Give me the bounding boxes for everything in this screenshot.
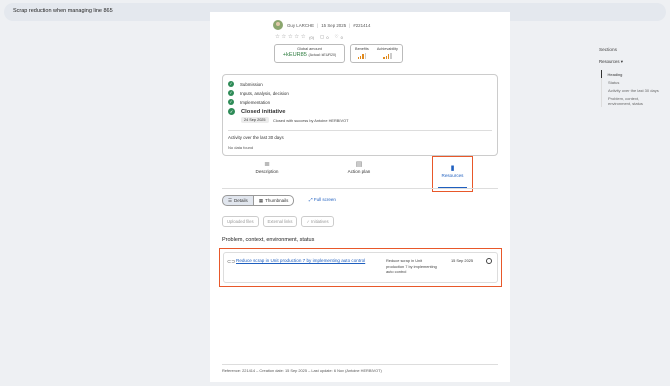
- star-rating[interactable]: ☆☆☆☆☆: [275, 34, 307, 40]
- step-submission: ✓ Submission: [228, 81, 263, 87]
- sidebar-item-status[interactable]: Status: [602, 78, 663, 86]
- closed-text: Closed with success by Antoine HERBIVOT: [273, 118, 349, 123]
- sidebar-item-problem[interactable]: Problem, context, environment, status: [602, 94, 663, 107]
- tabs-divider: [222, 188, 498, 189]
- sidebar-item-heading[interactable]: Heading: [600, 70, 664, 78]
- divider: [228, 130, 492, 131]
- benefits-gauge: [355, 53, 369, 59]
- rating-count: (0): [309, 34, 315, 40]
- avatar[interactable]: [273, 20, 283, 30]
- initiative-meta: Guy LARCHE | 15 Sep 2025 | # 221414: [273, 20, 370, 30]
- description-icon: ≣: [264, 161, 270, 168]
- no-data-text: No data found: [228, 145, 254, 150]
- global-amount-value: +kEUR85: [282, 52, 307, 58]
- expand-icon: ⤢: [309, 197, 313, 202]
- tab-action-plan[interactable]: ▤ Action plan: [329, 160, 389, 174]
- filter-external-links[interactable]: External links: [262, 216, 298, 227]
- pin-icon[interactable]: [486, 258, 492, 264]
- author-name[interactable]: Guy LARCHE: [287, 23, 314, 28]
- details-view-button[interactable]: ☰ Details: [222, 195, 254, 206]
- status-panel: ✓ Submission ✓ Inputs, analysis, decisio…: [222, 74, 498, 156]
- filter-uploaded-files[interactable]: Uploaded files: [222, 216, 259, 227]
- sections-dropdown[interactable]: Resources ▾: [599, 59, 623, 65]
- view-toggle: ☰ Details ▦ Thumbnails: [222, 195, 295, 206]
- initiative-id: 221414: [355, 22, 371, 28]
- fullscreen-button[interactable]: ⤢ Full screen: [309, 197, 336, 202]
- global-amount-box: Global amount +kEUR85 (Actual: kEUR20): [274, 44, 345, 63]
- link-icon: ⊂⊃: [227, 259, 236, 265]
- step-inputs: ✓ Inputs, analysis, decision: [228, 90, 289, 96]
- resource-row: ⊂⊃ Reduce scrap in Unit production 7 by …: [223, 252, 498, 283]
- document-icon: ▮: [450, 165, 455, 172]
- resource-description: Reduce scrap in Unit production 7 by imp…: [386, 258, 437, 274]
- footer-divider: [222, 364, 498, 365]
- footer-info: Reference: 221414 – Creation date: 15 Se…: [222, 368, 382, 373]
- rating-row: ☆☆☆☆☆ (0) ▢ 0 ♡ 0: [275, 34, 343, 40]
- closed-date-badge: 24 Sep 2025: [241, 117, 269, 123]
- tab-description[interactable]: ≣ Description: [237, 160, 297, 174]
- resource-date: 15 Sep 2025: [451, 258, 474, 263]
- resource-filters: Uploaded files External links ✓ Initiati…: [222, 216, 334, 227]
- check-icon: ✓: [228, 90, 234, 96]
- creation-date: 15 Sep 2025: [321, 22, 347, 28]
- benefits-label: Benefits: [355, 47, 369, 51]
- thumbnails-view-button[interactable]: ▦ Thumbnails: [253, 195, 295, 206]
- page-title: Scrap reduction when managing line 865: [13, 8, 113, 14]
- global-amount-label: Global amount: [297, 47, 322, 51]
- resource-highlight: ⊂⊃ Reduce scrap in Unit production 7 by …: [219, 248, 502, 287]
- filter-initiatives[interactable]: ✓ Initiatives: [301, 216, 334, 227]
- list-icon: ☰: [228, 198, 233, 203]
- actual-amount: (Actual: kEUR20): [308, 53, 337, 57]
- check-icon: ✓: [306, 219, 310, 224]
- sections-nav: Heading Status Activity over the last 30…: [600, 70, 664, 107]
- chevron-down-icon: ▾: [620, 59, 623, 64]
- activity-title: Activity over the last 30 days: [228, 135, 284, 140]
- like-icon[interactable]: ♡: [335, 34, 339, 40]
- tab-resources[interactable]: ▮ Resources: [432, 156, 473, 192]
- grid-icon: ▦: [258, 198, 264, 203]
- check-icon: ✓: [228, 108, 235, 115]
- sidebar-item-activity[interactable]: Activity over the last 30 days: [602, 86, 663, 94]
- benefits-box: Benefits Achievability: [350, 44, 403, 63]
- achievability-gauge: [377, 53, 398, 59]
- check-icon: ✓: [228, 81, 234, 87]
- sections-title: Sections: [599, 47, 617, 52]
- step-implementation: ✓ Implementation: [228, 99, 271, 105]
- achievability-label: Achievability: [376, 47, 398, 51]
- check-icon: ✓: [228, 99, 234, 105]
- resource-link[interactable]: Reduce scrap in Unit production 7 by imp…: [236, 258, 376, 265]
- initiative-card: Guy LARCHE | 15 Sep 2025 | # 221414 ☆☆☆☆…: [210, 12, 510, 382]
- clipboard-icon: ▤: [355, 161, 363, 168]
- comment-icon[interactable]: ▢: [320, 34, 324, 40]
- step-closed: ✓ Closed initiative: [228, 108, 286, 115]
- section-title: Problem, context, environment, status: [222, 237, 315, 243]
- comment-count: 0: [326, 34, 329, 40]
- like-count: 0: [340, 34, 343, 40]
